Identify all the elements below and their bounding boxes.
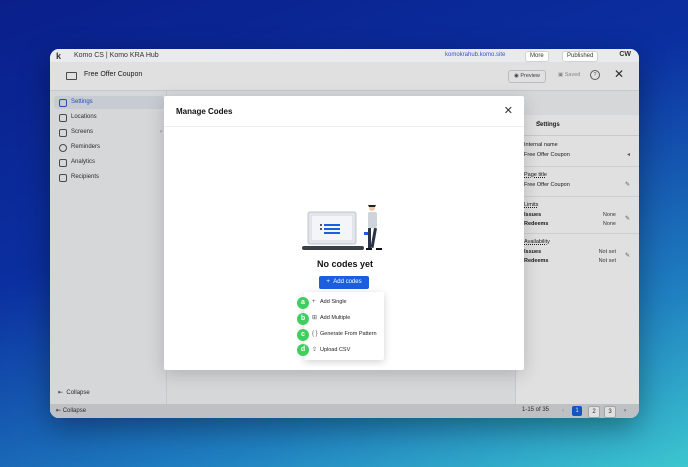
modal-close-icon[interactable]: ✕ xyxy=(504,104,513,117)
grid-plus-icon: ⊞ xyxy=(312,315,318,321)
page-title: Free Offer Coupon xyxy=(84,71,143,78)
menu-item-label: Add Multiple xyxy=(320,315,351,321)
sidebar-item-label: Recipients xyxy=(71,174,100,180)
redeems-label: Redeems xyxy=(524,221,549,227)
modal-title: Manage Codes xyxy=(176,107,233,116)
footer-bar: ⇤ Collapse 1-15 of 35 ‹ 1 2 3 › xyxy=(50,404,639,418)
redeems-value: None xyxy=(602,221,616,227)
limits-label: Limits xyxy=(524,202,539,208)
page-title-value: Free Offer Coupon xyxy=(524,182,570,188)
availability-redeems-label: Redeems xyxy=(524,258,549,264)
footer-collapse-button[interactable]: ⇤ Collapse xyxy=(56,407,86,414)
sidebar-item-label: Locations xyxy=(71,114,97,120)
manage-codes-modal: Manage Codes ✕ No codes yet + Add codes … xyxy=(164,96,524,370)
editor-header: Free Offer Coupon ◉ Preview ▣ Saved ? ✕ xyxy=(50,62,639,91)
availability-issues-value: Not set xyxy=(598,249,616,255)
published-button[interactable]: Published xyxy=(562,51,599,62)
menu-item-generate-from-pattern[interactable]: { } Generate From Pattern xyxy=(304,326,384,342)
add-codes-label: Add codes xyxy=(333,279,362,285)
brackets-icon: { } xyxy=(312,331,318,337)
sidebar-item-locations[interactable]: Locations xyxy=(54,111,164,124)
empty-state-illustration xyxy=(302,205,382,250)
footer-collapse-label: Collapse xyxy=(62,408,87,414)
ticket-icon xyxy=(66,72,77,80)
app-logo: k xyxy=(56,51,62,61)
annotation-badge-a: a xyxy=(297,297,309,309)
preview-button[interactable]: ◉ Preview xyxy=(508,70,546,83)
sidebar-item-analytics[interactable]: Analytics xyxy=(54,156,164,169)
edit-icon[interactable]: ✎ xyxy=(625,181,630,188)
user-avatar[interactable]: CW xyxy=(619,51,631,58)
chevron-up-icon[interactable]: ⌃ xyxy=(536,120,632,128)
top-strip: k Komo CS | Komo KRA Hub komokrahub.komo… xyxy=(50,49,639,62)
sidebar-item-reminders[interactable]: Reminders xyxy=(54,141,164,154)
page-button-3[interactable]: 3 xyxy=(604,406,616,418)
sidebar-item-label: Analytics xyxy=(71,159,96,165)
menu-item-upload-csv[interactable]: ⇪ Upload CSV xyxy=(304,342,384,358)
workspace-breadcrumb[interactable]: Komo CS | Komo KRA Hub xyxy=(74,52,159,59)
internal-name-value: Free Offer Coupon xyxy=(524,152,570,158)
availability-issues-label: Issues xyxy=(524,249,542,255)
settings-panel-header[interactable]: Settings ⌃ xyxy=(516,115,639,136)
close-icon[interactable]: ✕ xyxy=(614,67,624,81)
page-button-1[interactable]: 1 xyxy=(572,406,582,416)
sidebar-item-settings[interactable]: Settings xyxy=(54,96,164,109)
internal-name-label: Internal name xyxy=(524,142,558,148)
sidebar: Settings Locations Screens › Reminders An… xyxy=(50,91,167,418)
menu-item-add-single[interactable]: + Add Single xyxy=(304,294,384,310)
location-icon xyxy=(59,114,67,122)
analytics-icon xyxy=(59,159,67,167)
preview-label: Preview xyxy=(520,73,540,79)
annotation-badge-d: d xyxy=(297,344,309,356)
internal-name-section[interactable]: Internal name Free Offer Coupon ◂ xyxy=(516,136,639,167)
next-page-icon[interactable]: › xyxy=(620,406,630,416)
issues-label: Issues xyxy=(524,212,542,218)
divider xyxy=(164,126,524,127)
edit-icon[interactable]: ✎ xyxy=(625,252,630,259)
empty-state-text: No codes yet xyxy=(317,259,374,269)
page-title-label: Page title xyxy=(524,172,547,178)
sidebar-item-screens[interactable]: Screens › xyxy=(54,126,164,139)
collapse-label: Collapse xyxy=(66,390,90,396)
menu-item-label: Generate From Pattern xyxy=(320,331,377,337)
page-range: 1-15 of 35 xyxy=(522,407,550,413)
saved-status: ▣ Saved xyxy=(558,72,581,78)
sidebar-item-label: Settings xyxy=(71,99,93,105)
availability-redeems-value: Not set xyxy=(598,258,616,264)
availability-label: Availability xyxy=(524,239,550,245)
users-icon xyxy=(59,174,67,182)
site-link[interactable]: komokrahub.komo.site xyxy=(445,52,505,58)
availability-section[interactable]: Availability Issues Not set Redeems Not … xyxy=(516,234,639,268)
clock-icon xyxy=(59,144,67,152)
annotation-badge-b: b xyxy=(297,313,309,325)
issues-value: None xyxy=(602,212,616,218)
page-title-section[interactable]: Page title Free Offer Coupon ✎ xyxy=(516,167,639,197)
add-codes-button[interactable]: + Add codes xyxy=(319,276,369,289)
help-icon[interactable]: ? xyxy=(590,70,600,80)
page-button-2[interactable]: 2 xyxy=(588,406,600,418)
annotation-badge-c: c xyxy=(297,329,309,341)
prev-page-icon[interactable]: ‹ xyxy=(558,406,568,416)
upload-icon: ⇪ xyxy=(312,347,318,353)
saved-label: Saved xyxy=(564,72,581,78)
gear-icon xyxy=(59,99,67,107)
sidebar-collapse-button[interactable]: ⇤ Collapse xyxy=(58,389,90,396)
sidebar-item-recipients[interactable]: Recipients xyxy=(54,171,164,184)
speaker-icon[interactable]: ◂ xyxy=(627,151,630,158)
sidebar-item-label: Screens xyxy=(71,129,94,135)
menu-item-label: Upload CSV xyxy=(320,347,351,353)
more-button[interactable]: More xyxy=(525,51,549,62)
menu-item-add-multiple[interactable]: ⊞ Add Multiple xyxy=(304,310,384,326)
plus-icon: + xyxy=(312,299,316,305)
settings-panel: Settings ⌃ Internal name Free Offer Coup… xyxy=(515,115,639,404)
menu-item-label: Add Single xyxy=(320,299,347,305)
edit-icon[interactable]: ✎ xyxy=(625,215,630,222)
add-codes-menu: + Add Single ⊞ Add Multiple { } Generate Fr… xyxy=(304,292,384,360)
chevron-right-icon: › xyxy=(160,129,162,135)
limits-section[interactable]: Limits Issues None Redeems None ✎ xyxy=(516,197,639,234)
sidebar-item-label: Reminders xyxy=(71,144,101,150)
screen-icon xyxy=(59,129,67,137)
